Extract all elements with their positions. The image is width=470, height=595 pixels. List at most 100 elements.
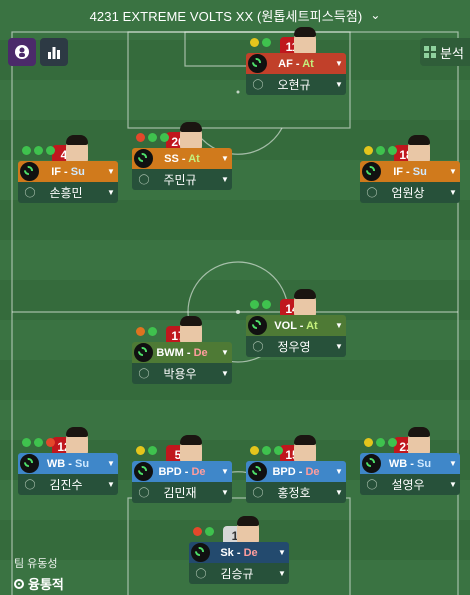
role-selector[interactable]: WB - Su ▼ xyxy=(18,453,118,474)
person-icon: ◯ xyxy=(195,568,207,579)
player-name-selector[interactable]: ◯ 김민재 ▼ xyxy=(132,482,232,503)
role-selector[interactable]: IF - Su ▼ xyxy=(360,161,460,182)
player-name-selector[interactable]: ◯ 홍정호 ▼ xyxy=(246,482,346,503)
dropdown-arrow-icon: ▼ xyxy=(221,348,229,357)
status-dot xyxy=(250,446,259,455)
duty-label: Su xyxy=(75,457,90,470)
dropdown-arrow-icon: ▼ xyxy=(449,188,457,197)
duty-label: At xyxy=(306,319,318,332)
person-icon: ◯ xyxy=(138,174,150,185)
dropdown-arrow-icon: ▼ xyxy=(221,369,229,378)
player-name: 김진수 xyxy=(49,478,83,492)
status-dot xyxy=(364,146,373,155)
player-name-selector[interactable]: ◯ 엄원상 ▼ xyxy=(360,182,460,203)
status-dot xyxy=(376,438,385,447)
role-selector[interactable]: AF - At ▼ xyxy=(246,53,346,74)
role-selector[interactable]: BWM - De ▼ xyxy=(132,342,232,363)
status-dots xyxy=(136,133,169,142)
role-wheel-icon xyxy=(20,454,39,473)
fluidity-label: 팀 유동성 xyxy=(14,558,58,570)
player-name: 김승규 xyxy=(220,567,254,581)
role-wheel-icon xyxy=(134,462,153,481)
dropdown-arrow-icon: ▼ xyxy=(107,167,115,176)
person-icon: ◯ xyxy=(252,341,264,352)
person-icon: ◯ xyxy=(138,368,150,379)
person-icon: ◯ xyxy=(24,187,36,198)
role-selector[interactable]: VOL - At ▼ xyxy=(246,315,346,336)
player-name: 오현규 xyxy=(277,78,311,92)
role-wheel-icon xyxy=(362,162,381,181)
dropdown-arrow-icon: ▼ xyxy=(335,80,343,89)
dropdown-arrow-icon: ▼ xyxy=(335,321,343,330)
status-dot xyxy=(364,438,373,447)
status-dots xyxy=(193,527,214,536)
role-wheel-icon xyxy=(248,316,267,335)
status-dot xyxy=(250,300,259,309)
duty-label: At xyxy=(188,152,200,165)
player-name: 엄원상 xyxy=(391,186,425,200)
player-name-selector[interactable]: ◯ 오현규 ▼ xyxy=(246,74,346,95)
status-dots xyxy=(250,38,271,47)
pitch-lines xyxy=(11,31,459,595)
dropdown-arrow-icon: ▼ xyxy=(278,548,286,557)
person-icon: ◯ xyxy=(366,187,378,198)
status-dots xyxy=(250,446,283,455)
player-name-selector[interactable]: ◯ 김승규 ▼ xyxy=(189,563,289,584)
status-dot xyxy=(136,133,145,142)
status-dot xyxy=(148,446,157,455)
dropdown-arrow-icon: ▼ xyxy=(335,467,343,476)
player-name-selector[interactable]: ◯ 주민규 ▼ xyxy=(132,169,232,190)
status-dots xyxy=(364,438,397,447)
status-dot xyxy=(388,146,397,155)
stats-button[interactable] xyxy=(40,38,68,66)
dropdown-arrow-icon: ▼ xyxy=(107,188,115,197)
tactic-header[interactable]: 4231 EXTREME VOLTS XX (원톱세트피스득점) ⌄ xyxy=(0,0,470,30)
status-dot xyxy=(148,133,157,142)
dropdown-arrow-icon: ▼ xyxy=(335,488,343,497)
dropdown-arrow-icon: ▼ xyxy=(449,459,457,468)
role-selector[interactable]: BPD - De ▼ xyxy=(132,461,232,482)
player-name: 박용우 xyxy=(163,367,197,381)
status-dot xyxy=(34,438,43,447)
player-name-selector[interactable]: ◯ 박용우 ▼ xyxy=(132,363,232,384)
bar-chart-icon xyxy=(48,47,60,59)
dropdown-arrow-icon: ▼ xyxy=(221,154,229,163)
role-selector[interactable]: BPD - De ▼ xyxy=(246,461,346,482)
dropdown-arrow-icon: ▼ xyxy=(221,488,229,497)
role-label: VOL xyxy=(274,319,297,332)
dropdown-arrow-icon: ▼ xyxy=(335,59,343,68)
role-selector[interactable]: IF - Su ▼ xyxy=(18,161,118,182)
status-dot xyxy=(205,527,214,536)
status-dot xyxy=(160,133,169,142)
status-dot xyxy=(274,446,283,455)
player-name-selector[interactable]: ◯ 정우영 ▼ xyxy=(246,336,346,357)
player-name-selector[interactable]: ◯ 김진수 ▼ xyxy=(18,474,118,495)
status-dot xyxy=(193,527,202,536)
status-dot xyxy=(22,438,31,447)
dropdown-arrow-icon: ▼ xyxy=(449,480,457,489)
dropdown-arrow-icon: ▼ xyxy=(221,175,229,184)
player-name-selector[interactable]: ◯ 손흥민 ▼ xyxy=(18,182,118,203)
player-info-button[interactable] xyxy=(8,38,36,66)
duty-label: De xyxy=(243,546,258,559)
player-name-selector[interactable]: ◯ 설영우 ▼ xyxy=(360,474,460,495)
role-wheel-icon xyxy=(191,543,210,562)
analysis-label: 분석 xyxy=(440,45,464,61)
duty-label: Su xyxy=(417,457,432,470)
analysis-button[interactable]: 분석 xyxy=(420,38,470,66)
status-dot xyxy=(388,438,397,447)
duty-label: De xyxy=(191,465,206,478)
role-selector[interactable]: WB - Su ▼ xyxy=(360,453,460,474)
player-name: 손흥민 xyxy=(49,186,83,200)
role-label: WB xyxy=(388,457,408,470)
status-dots xyxy=(136,327,157,336)
chevron-down-icon[interactable]: ⌄ xyxy=(370,8,380,22)
status-dots xyxy=(250,300,271,309)
duty-label: Su xyxy=(412,165,427,178)
role-selector[interactable]: SS - At ▼ xyxy=(132,148,232,169)
duty-label: De xyxy=(305,465,320,478)
status-dot xyxy=(136,446,145,455)
status-dot xyxy=(262,446,271,455)
status-dot xyxy=(46,438,55,447)
role-selector[interactable]: Sk - De ▼ xyxy=(189,542,289,563)
